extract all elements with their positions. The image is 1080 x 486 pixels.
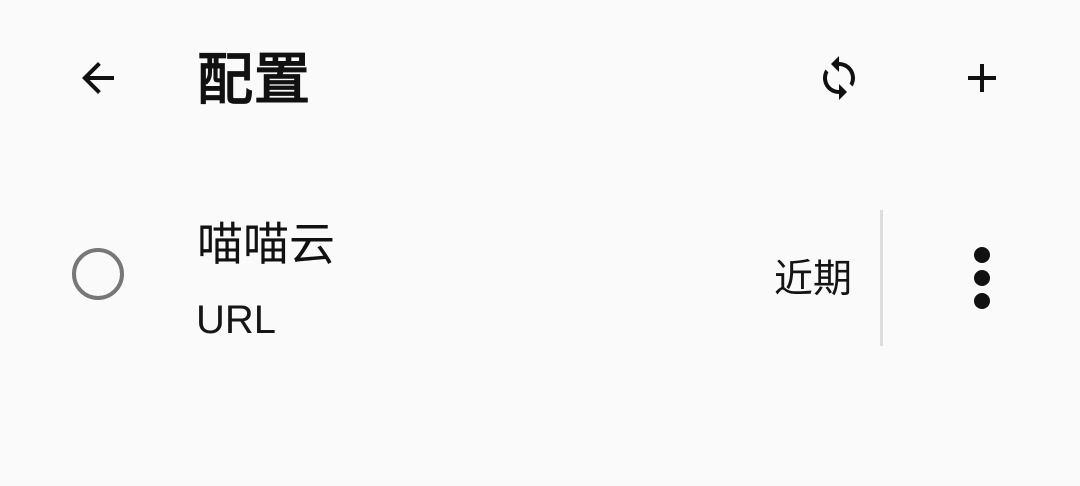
add-icon [968, 64, 996, 92]
profile-row[interactable]: 喵喵云 URL 近期 [0, 200, 1080, 354]
page-title: 配置 [197, 48, 311, 113]
more-vertical-icon [974, 247, 990, 309]
profile-update-time: 近期 [773, 257, 852, 302]
profile-name: 喵喵云 [197, 217, 335, 271]
back-button[interactable] [62, 42, 134, 114]
arrow-back-icon [82, 62, 114, 94]
profile-type: URL [196, 298, 277, 342]
profile-divider [880, 210, 883, 346]
sync-button[interactable] [803, 42, 875, 114]
add-button[interactable] [946, 42, 1018, 114]
app-bar: 配置 [0, 0, 1080, 160]
profile-more-button[interactable] [946, 240, 1018, 316]
profile-radio-button[interactable] [72, 248, 124, 300]
sync-icon [823, 56, 855, 100]
